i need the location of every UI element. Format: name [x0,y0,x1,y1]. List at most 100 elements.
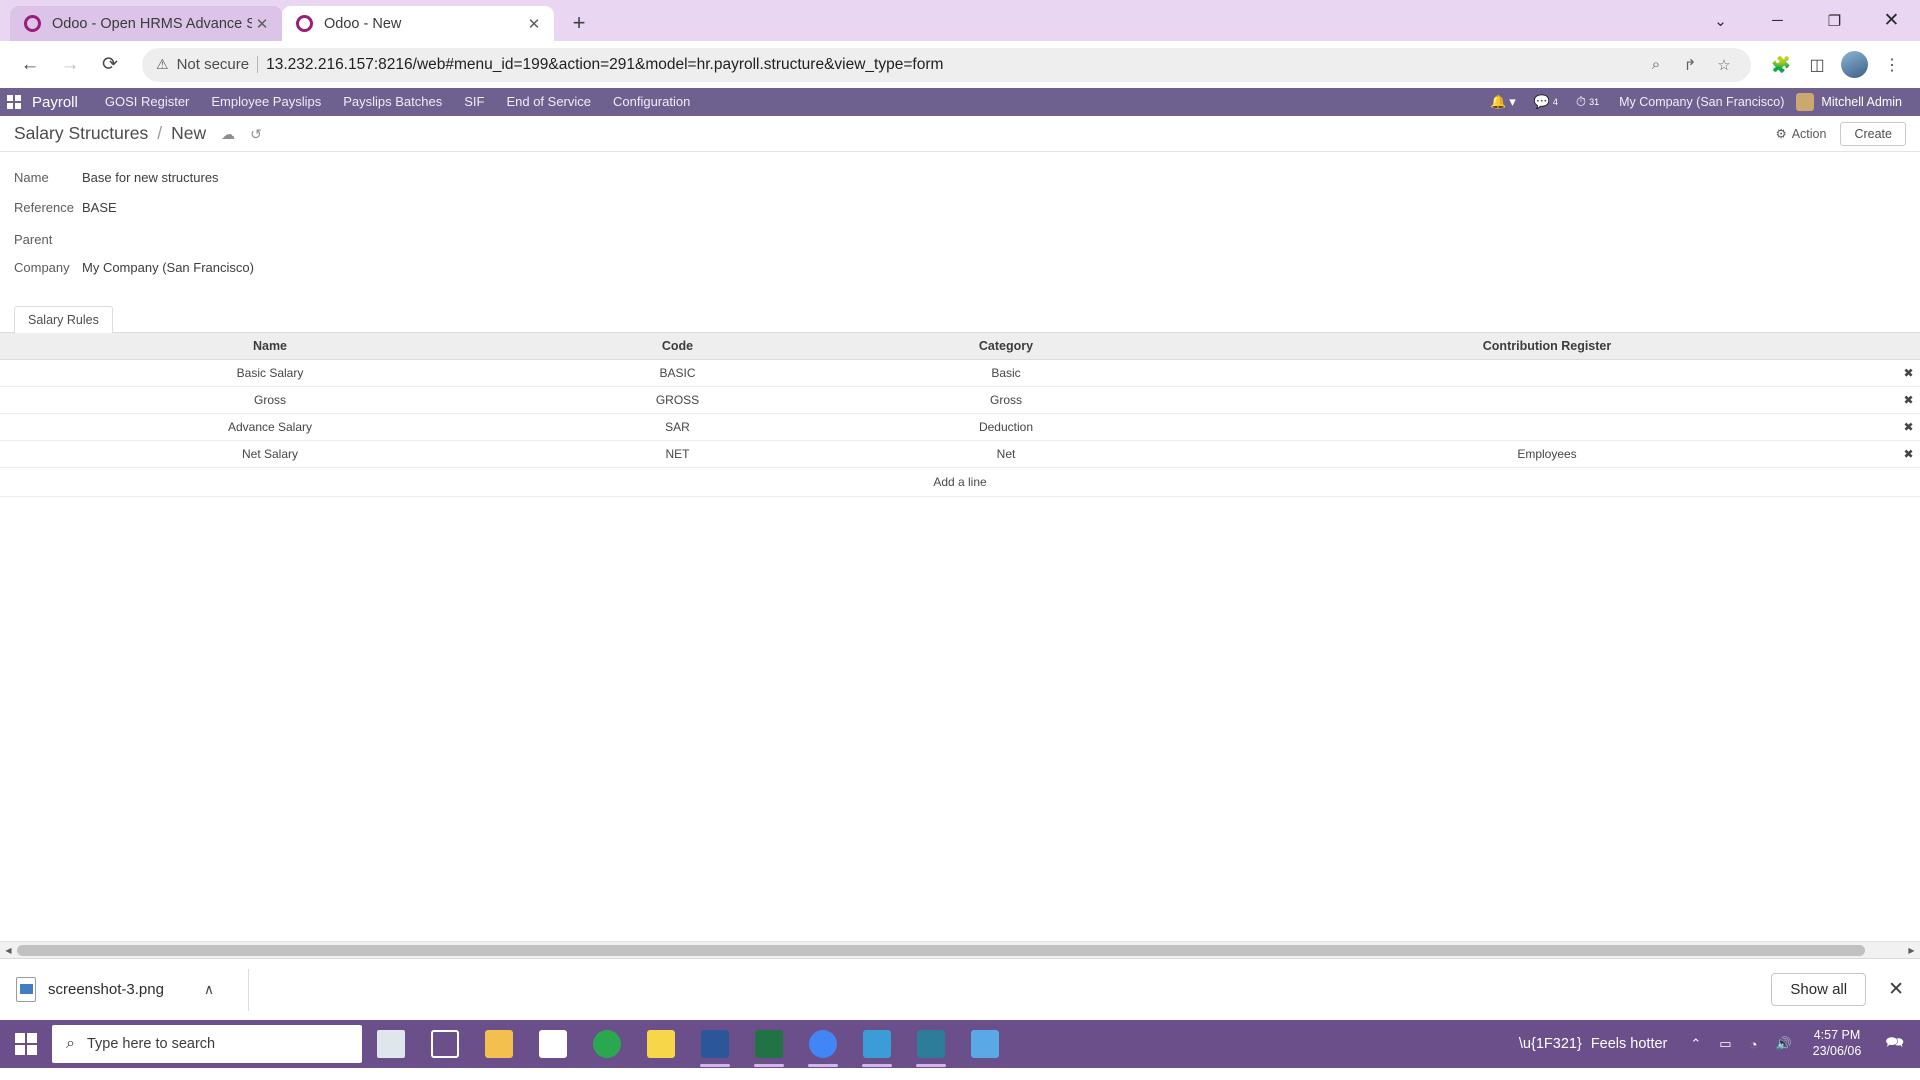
field-value-reference[interactable]: BASE [82,200,117,215]
taskbar-app-word[interactable] [688,1020,742,1068]
cell-name[interactable]: Basic Salary [0,359,540,387]
network-icon[interactable]: ◔ [1741,1037,1767,1052]
horizontal-scrollbar[interactable]: ◀ ▶ [0,941,1920,958]
add-a-line-row[interactable]: Add a line [0,467,1920,497]
field-value-company[interactable]: My Company (San Francisco) [82,260,254,275]
apps-menu-icon[interactable] [0,88,28,116]
address-bar[interactable]: ⚠ Not secure 13.232.216.157:8216/web#men… [142,47,1751,82]
notifications-bell-icon[interactable]: 🔔 ▾ [1482,94,1524,110]
taskbar-app-chrome-canary[interactable] [580,1020,634,1068]
browser-tab-1[interactable]: Odoo - Open HRMS Advance Sal ✕ [10,6,282,41]
bookmark-star-icon[interactable]: ☆ [1711,52,1737,78]
download-file-name[interactable]: screenshot-3.png [48,981,164,998]
new-tab-button[interactable]: + [562,6,596,40]
taskbar-app-microsoft-store[interactable] [526,1020,580,1068]
delete-row-icon[interactable]: ✖ [1897,440,1920,468]
volume-icon[interactable]: 🔊 [1766,1036,1800,1052]
discard-undo-icon[interactable]: ↺ [250,126,262,143]
cell-category[interactable]: Gross [815,386,1197,414]
action-menu-button[interactable]: ⚙ Action [1776,126,1827,142]
table-row[interactable]: Basic Salary BASIC Basic ✖ [0,359,1920,387]
battery-icon[interactable]: ▭ [1710,1036,1740,1052]
menu-item-gosi-register[interactable]: GOSI Register [94,88,201,116]
taskbar-app-file-explorer[interactable] [472,1020,526,1068]
column-header-category[interactable]: Category [815,332,1197,360]
app-brand-name[interactable]: Payroll [28,94,94,111]
field-value-name[interactable]: Base for new structures [82,170,219,185]
messages-icon[interactable]: 💬 4 [1526,94,1566,110]
browser-menu-icon[interactable]: ⋮ [1876,49,1908,81]
taskbar-app-chrome[interactable] [796,1020,850,1068]
menu-item-sif[interactable]: SIF [453,88,495,116]
cell-contribution-register[interactable] [1197,413,1897,441]
weather-widget[interactable]: \u{1F321} Feels hotter [1505,1036,1681,1052]
menu-item-end-of-service[interactable]: End of Service [495,88,602,116]
cell-name[interactable]: Advance Salary [0,413,540,441]
tray-overflow-chevron-icon[interactable]: ⌃ [1681,1036,1710,1052]
close-icon[interactable]: ✕ [524,14,544,34]
cell-category[interactable]: Net [815,440,1197,468]
taskbar-app-sticky-notes[interactable] [634,1020,688,1068]
column-header-name[interactable]: Name [0,332,540,360]
menu-item-configuration[interactable]: Configuration [602,88,701,116]
company-switcher[interactable]: My Company (San Francisco) [1609,95,1794,109]
back-icon[interactable]: ← [12,47,48,83]
menu-item-employee-payslips[interactable]: Employee Payslips [200,88,332,116]
scroll-left-arrow-icon[interactable]: ◀ [0,942,17,959]
cell-name[interactable]: Gross [0,386,540,414]
create-button[interactable]: Create [1840,121,1906,146]
cell-name[interactable]: Net Salary [0,440,540,468]
zoom-icon[interactable]: ⌕ [1643,52,1669,78]
breadcrumb-parent[interactable]: Salary Structures [14,123,148,144]
share-icon[interactable]: ↱ [1677,52,1703,78]
taskbar-clock[interactable]: 4:57 PM 23/06/06 [1801,1028,1874,1059]
taskbar-app-vscode[interactable] [850,1020,904,1068]
delete-row-icon[interactable]: ✖ [1897,413,1920,441]
cell-code[interactable]: BASIC [540,359,815,387]
action-center-icon[interactable]: 🗪 [1873,1032,1916,1057]
download-item[interactable]: screenshot-3.png ∧ [16,968,250,1011]
taskbar-app-task-view[interactable] [418,1020,472,1068]
save-cloud-icon[interactable]: ☁ [221,126,235,143]
reload-icon[interactable]: ⟳ [92,47,128,83]
taskbar-app-cortana[interactable] [364,1020,418,1068]
url-text[interactable]: 13.232.216.157:8216/web#menu_id=199&acti… [266,56,1635,74]
start-button[interactable] [0,1020,52,1068]
cell-code[interactable]: NET [540,440,815,468]
scroll-right-arrow-icon[interactable]: ▶ [1903,942,1920,959]
taskbar-app-photos[interactable] [958,1020,1012,1068]
add-a-line-link[interactable]: Add a line [933,475,986,489]
menu-item-payslips-batches[interactable]: Payslips Batches [332,88,453,116]
close-shelf-icon[interactable]: ✕ [1888,978,1904,1001]
cell-contribution-register[interactable]: Employees [1197,440,1897,468]
delete-row-icon[interactable]: ✖ [1897,359,1920,387]
cell-code[interactable]: GROSS [540,386,815,414]
close-icon[interactable]: ✕ [252,14,272,34]
add-line-cell[interactable]: Add a line [0,467,1920,497]
tab-salary-rules[interactable]: Salary Rules [14,306,113,333]
cell-category[interactable]: Basic [815,359,1197,387]
scrollbar-thumb[interactable] [17,944,1866,956]
forward-icon[interactable]: → [52,47,88,83]
tab-search-icon[interactable]: ⌄ [1692,0,1749,41]
cell-contribution-register[interactable] [1197,359,1897,387]
side-panel-icon[interactable]: ◫ [1801,49,1833,81]
close-window-icon[interactable]: ✕ [1863,0,1920,41]
profile-avatar[interactable] [1841,51,1868,78]
show-all-button[interactable]: Show all [1771,973,1867,1006]
delete-row-icon[interactable]: ✖ [1897,386,1920,414]
taskbar-app-terminal[interactable] [904,1020,958,1068]
column-header-contribution-register[interactable]: Contribution Register [1197,332,1897,360]
cell-contribution-register[interactable] [1197,386,1897,414]
browser-tab-2[interactable]: Odoo - New ✕ [282,6,554,41]
user-menu[interactable]: Mitchell Admin [1796,93,1906,111]
maximize-icon[interactable]: ❐ [1806,0,1863,41]
cell-code[interactable]: SAR [540,413,815,441]
table-row[interactable]: Advance Salary SAR Deduction ✖ [0,413,1920,441]
extensions-icon[interactable]: 🧩 [1765,49,1797,81]
taskbar-app-excel[interactable] [742,1020,796,1068]
scrollbar-track[interactable] [17,942,1903,959]
activities-icon[interactable]: ⏱ 31 [1568,94,1607,110]
taskbar-search-box[interactable]: ⌕ Type here to search [52,1025,362,1063]
table-row[interactable]: Gross GROSS Gross ✖ [0,386,1920,414]
